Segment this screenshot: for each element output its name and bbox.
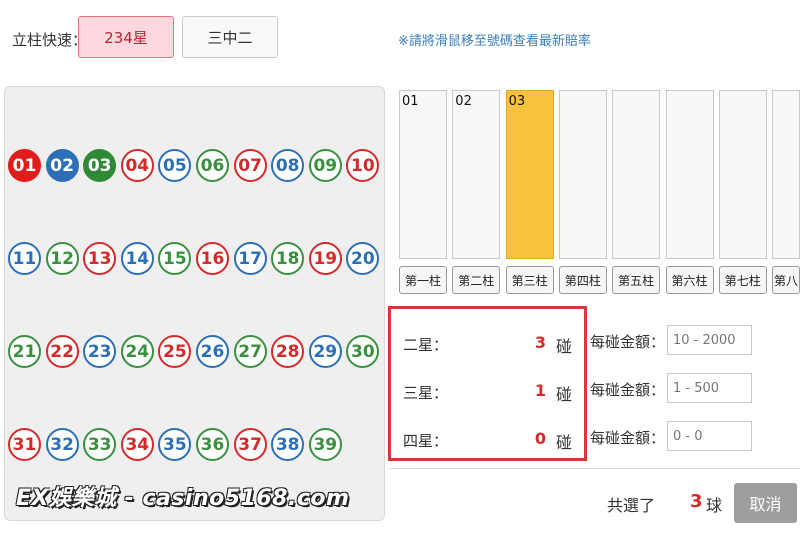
pillar-button[interactable]: 第六柱 [665, 266, 714, 294]
pillar-column[interactable]: 03 [505, 90, 554, 259]
mode-234-star-button[interactable]: 234星 [78, 16, 174, 58]
pillar-button[interactable]: 第四柱 [558, 266, 607, 294]
mode-3-of-2-button[interactable]: 三中二 [182, 16, 278, 58]
three-star-label: 三星： [403, 384, 449, 402]
number-ball[interactable]: 21 [8, 335, 41, 368]
number-ball[interactable]: 17 [233, 242, 267, 275]
number-ball[interactable]: 16 [196, 242, 229, 275]
number-ball[interactable]: 38 [271, 428, 305, 461]
number-ball[interactable]: 23 [83, 335, 117, 368]
pillar-button[interactable]: 第八 [772, 266, 800, 294]
two-star-label: 二星： [403, 336, 449, 354]
pillar-column[interactable] [772, 90, 800, 259]
two-star-amount-label: 每碰金額： [590, 333, 666, 351]
pillar-button[interactable]: 第七柱 [718, 266, 767, 294]
number-ball[interactable]: 22 [45, 335, 79, 368]
number-ball[interactable]: 32 [45, 428, 79, 461]
odds-hint-text: ※請將滑鼠移至號碼查看最新賠率 [398, 34, 591, 49]
total-selected-label: 共選了 [607, 496, 656, 515]
three-star-count: 1 [534, 381, 546, 400]
pillar-column[interactable]: 02 [452, 90, 501, 259]
four-star-amount-input[interactable] [667, 421, 752, 451]
number-ball[interactable]: 34 [120, 428, 154, 461]
number-ball[interactable]: 39 [308, 428, 342, 461]
four-star-amount-label: 每碰金額： [590, 429, 666, 447]
number-ball[interactable]: 25 [158, 335, 192, 368]
number-ball-panel: 01 02 03 04 05 06 07 08 09 10 11 12 13 14 15 16 17 18 19 20… [4, 86, 385, 521]
number-ball[interactable]: 35 [158, 428, 192, 461]
number-ball[interactable]: 12 [45, 242, 79, 275]
pillar-button[interactable]: 第一柱 [399, 266, 447, 294]
pillar-button[interactable]: 第二柱 [452, 266, 501, 294]
pillar-column[interactable] [558, 90, 607, 259]
number-ball[interactable]: 13 [83, 242, 117, 275]
pillar-number: 02 [455, 94, 472, 109]
divider [388, 468, 800, 469]
two-star-unit: 碰 [555, 337, 572, 356]
number-ball[interactable]: 24 [120, 335, 154, 368]
number-ball[interactable]: 29 [308, 335, 342, 368]
star-summary-box: 二星： 3 碰 三星： 1 碰 四星： 0 碰 [388, 306, 587, 461]
number-ball[interactable]: 20 [346, 242, 380, 275]
number-ball[interactable]: 07 [233, 149, 267, 182]
four-star-count: 0 [534, 429, 546, 448]
pillar-number: 03 [508, 94, 526, 109]
number-ball[interactable]: 36 [196, 428, 229, 461]
number-ball[interactable]: 01 [8, 149, 41, 182]
quick-pillar-label: 立柱快速： [12, 31, 88, 49]
cancel-button[interactable]: 取消 [734, 483, 797, 523]
pillar-column[interactable]: 01 [399, 90, 447, 259]
three-star-amount-input[interactable] [667, 373, 752, 403]
number-ball[interactable]: 10 [346, 149, 380, 182]
number-ball[interactable]: 37 [233, 428, 267, 461]
watermark-text: EX娛樂城 - casino5168.com [16, 486, 350, 511]
number-ball[interactable]: 09 [308, 149, 342, 182]
number-ball[interactable]: 14 [120, 242, 154, 275]
pillar-column[interactable] [665, 90, 714, 259]
number-ball[interactable]: 31 [8, 428, 41, 461]
number-ball[interactable]: 27 [233, 335, 267, 368]
three-star-unit: 碰 [555, 385, 572, 404]
number-ball[interactable]: 33 [83, 428, 117, 461]
pillar-number: 01 [402, 94, 419, 109]
two-star-count: 3 [534, 333, 546, 352]
number-ball[interactable]: 28 [271, 335, 305, 368]
pillar-column[interactable] [718, 90, 767, 259]
four-star-unit: 碰 [555, 433, 572, 452]
number-ball[interactable]: 06 [196, 149, 229, 182]
two-star-amount-input[interactable] [667, 325, 752, 355]
pillar-column[interactable] [612, 90, 661, 259]
number-ball[interactable]: 30 [346, 335, 380, 368]
number-ball[interactable]: 02 [45, 149, 79, 182]
pillar-button[interactable]: 第三柱 [505, 266, 554, 294]
number-ball[interactable]: 18 [271, 242, 305, 275]
top-bar: 立柱快速： 234星 三中二 ※請將滑鼠移至號碼查看最新賠率 [0, 0, 800, 75]
number-ball[interactable]: 15 [158, 242, 192, 275]
number-ball[interactable]: 05 [158, 149, 192, 182]
number-ball[interactable]: 26 [196, 335, 229, 368]
number-ball[interactable]: 08 [271, 149, 305, 182]
total-selected-count: 3 [690, 491, 703, 512]
number-ball[interactable]: 11 [8, 242, 41, 275]
number-ball[interactable]: 19 [308, 242, 342, 275]
four-star-label: 四星： [403, 432, 449, 450]
three-star-amount-label: 每碰金額： [590, 381, 666, 399]
total-selected-unit: 球 [706, 496, 723, 515]
number-ball[interactable]: 03 [83, 149, 117, 182]
number-ball[interactable]: 04 [120, 149, 154, 182]
pillar-button[interactable]: 第五柱 [612, 266, 661, 294]
